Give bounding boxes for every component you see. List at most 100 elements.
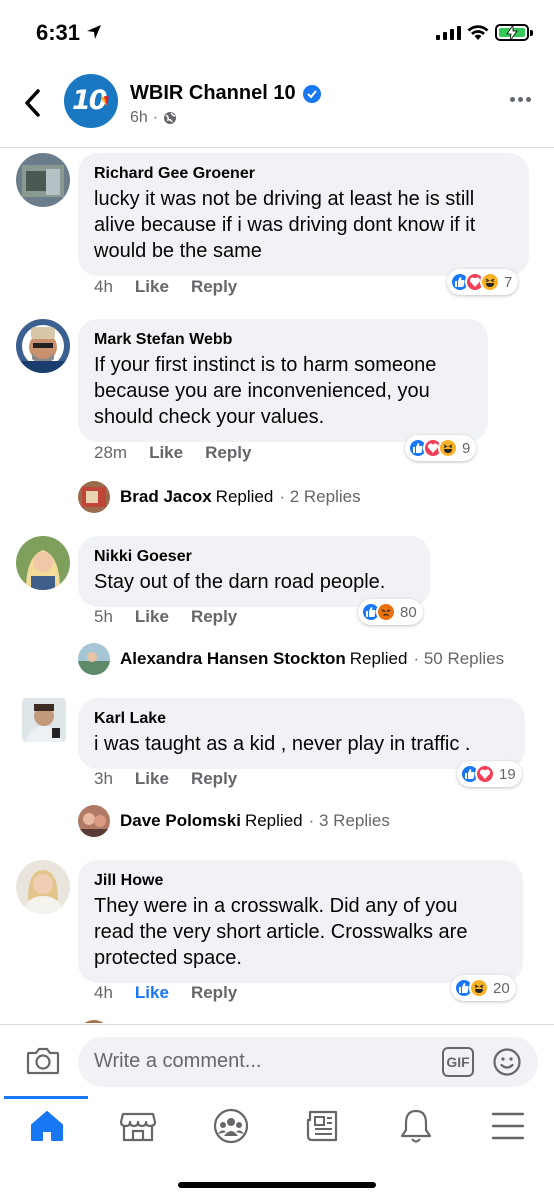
wifi-icon <box>467 25 489 40</box>
comment-line: Stay out of the darn road people. <box>94 571 386 593</box>
comment-actions: 5h Like Reply <box>94 607 237 627</box>
avatar[interactable] <box>16 860 70 914</box>
avatar[interactable] <box>22 698 66 742</box>
nbc-peacock-icon <box>100 96 114 106</box>
cellular-signal-icon <box>436 26 461 40</box>
comment-author[interactable]: Richard Gee Groener <box>94 164 513 184</box>
reaction-count: 7 <box>504 273 513 291</box>
like-button[interactable]: Like <box>135 607 169 627</box>
reaction-count: 19 <box>499 765 516 783</box>
news-icon[interactable] <box>298 1106 348 1146</box>
comment-line: lucky it was not be driving at least he … <box>94 188 475 210</box>
comment-author[interactable]: Karl Lake <box>94 709 509 729</box>
reply-button[interactable]: Reply <box>191 983 237 1003</box>
comment-line: read the very short article. Crosswalks … <box>94 921 468 943</box>
notifications-icon[interactable] <box>391 1106 441 1146</box>
comment-time: 4h <box>94 983 113 1002</box>
reaction-summary[interactable]: 80 <box>358 599 423 625</box>
reply-count: · 2 Replies <box>279 487 361 506</box>
meta-separator: · <box>152 109 159 126</box>
comment-time: 28m <box>94 443 128 462</box>
camera-icon[interactable] <box>26 1045 60 1075</box>
reaction-summary[interactable]: 9 <box>405 435 477 461</box>
active-tab-indicator <box>4 1096 88 1099</box>
reply-author: Brad Jacox <box>120 487 212 506</box>
comment-text: They were in a crosswalk. Did any of you… <box>94 893 507 971</box>
comment-author[interactable]: Nikki Goeser <box>94 547 414 567</box>
reply-author: Alexandra Hansen Stockton <box>120 649 346 668</box>
gif-button[interactable]: GIF <box>442 1047 474 1077</box>
comment-bubble[interactable]: Mark Stefan Webb If your first instinct … <box>78 319 488 442</box>
comment-line: would be the same <box>94 240 262 262</box>
battery-icon <box>495 24 533 41</box>
reply-author: Dave Polomski <box>120 811 241 830</box>
page-name-row: WBIR Channel 10 <box>130 82 321 105</box>
reply-avatar <box>78 481 110 513</box>
reply-avatar <box>78 643 110 675</box>
avatar[interactable] <box>16 536 70 590</box>
comment-bubble[interactable]: Jill Howe They were in a crosswalk. Did … <box>78 860 523 983</box>
like-button[interactable]: Like <box>135 983 169 1003</box>
avatar[interactable] <box>16 153 70 207</box>
reply-count: · 50 Replies <box>413 649 505 668</box>
page-avatar[interactable]: 10 <box>64 74 118 128</box>
comment-text: Stay out of the darn road people. <box>94 569 414 595</box>
view-replies[interactable]: Alexandra Hansen Stockton Replied · 50 R… <box>78 643 504 675</box>
reaction-count: 20 <box>493 979 510 997</box>
back-icon[interactable] <box>20 86 46 120</box>
location-arrow-icon <box>87 25 101 39</box>
status-time: 6:31 <box>36 20 81 45</box>
comment-line: should check your values. <box>94 406 325 428</box>
comment-line: alive because if i was driving dont know… <box>94 214 476 236</box>
comment-author[interactable]: Mark Stefan Webb <box>94 330 472 350</box>
marketplace-icon[interactable] <box>113 1106 163 1146</box>
reply-button[interactable]: Reply <box>205 443 251 463</box>
reply-button[interactable]: Reply <box>191 769 237 789</box>
comment-time: 3h <box>94 769 113 788</box>
reply-button[interactable]: Reply <box>191 277 237 297</box>
like-button[interactable]: Like <box>135 769 169 789</box>
comment-actions: 4h Like Reply <box>94 983 237 1003</box>
reply-button[interactable]: Reply <box>191 607 237 627</box>
comment-bubble[interactable]: Richard Gee Groener lucky it was not be … <box>78 153 529 276</box>
home-indicator[interactable] <box>178 1182 376 1188</box>
comment-input[interactable]: Write a comment... GIF <box>78 1037 538 1087</box>
more-options-icon[interactable] <box>510 97 531 102</box>
page-name[interactable]: WBIR Channel 10 <box>130 82 296 105</box>
globe-icon <box>164 112 177 124</box>
comment-placeholder: Write a comment... <box>94 1050 262 1072</box>
comment-text: lucky it was not be driving at least he … <box>94 186 513 264</box>
comment-bubble[interactable]: Nikki Goeser Stay out of the darn road p… <box>78 536 430 607</box>
avatar[interactable] <box>16 319 70 373</box>
comment-actions: 28m Like Reply <box>94 443 251 463</box>
post-header: 10 WBIR Channel 10 6h · <box>0 62 554 148</box>
comment-time: 4h <box>94 277 113 296</box>
home-icon[interactable] <box>22 1106 72 1146</box>
like-button[interactable]: Like <box>135 277 169 297</box>
groups-icon[interactable] <box>206 1106 256 1146</box>
reaction-summary[interactable]: 19 <box>457 761 522 787</box>
comments-list: Richard Gee Groener lucky it was not be … <box>0 148 554 1023</box>
reaction-summary[interactable]: 20 <box>451 975 516 1001</box>
haha-reaction-icon <box>469 978 489 998</box>
comment-line: because you are inconvenienced, you <box>94 380 430 402</box>
emoji-icon[interactable] <box>492 1047 522 1077</box>
view-replies[interactable]: Dave Polomski Replied · 3 Replies <box>78 805 390 837</box>
comment-text: i was taught as a kid , never play in tr… <box>94 731 509 757</box>
comment-author[interactable]: Jill Howe <box>94 871 507 891</box>
reply-count: · 3 Replies <box>308 811 390 830</box>
comment-bubble[interactable]: Karl Lake i was taught as a kid , never … <box>78 698 525 769</box>
comment-line: protected space. <box>94 947 242 969</box>
like-button[interactable]: Like <box>149 443 183 463</box>
menu-icon[interactable] <box>483 1106 533 1146</box>
reaction-summary[interactable]: 7 <box>447 269 519 295</box>
reaction-count: 9 <box>462 439 471 457</box>
comment-composer: Write a comment... GIF <box>0 1024 554 1096</box>
comment-line: They were in a crosswalk. Did any of you <box>94 895 458 917</box>
status-bar: 6:31 <box>0 0 554 62</box>
comment-line: i was taught as a kid , never play in tr… <box>94 733 471 755</box>
view-replies[interactable]: Brad Jacox Replied · 2 Replies <box>78 481 361 513</box>
post-meta: 6h · <box>130 109 177 127</box>
post-time: 6h <box>130 109 148 126</box>
avatar[interactable] <box>78 1020 110 1023</box>
